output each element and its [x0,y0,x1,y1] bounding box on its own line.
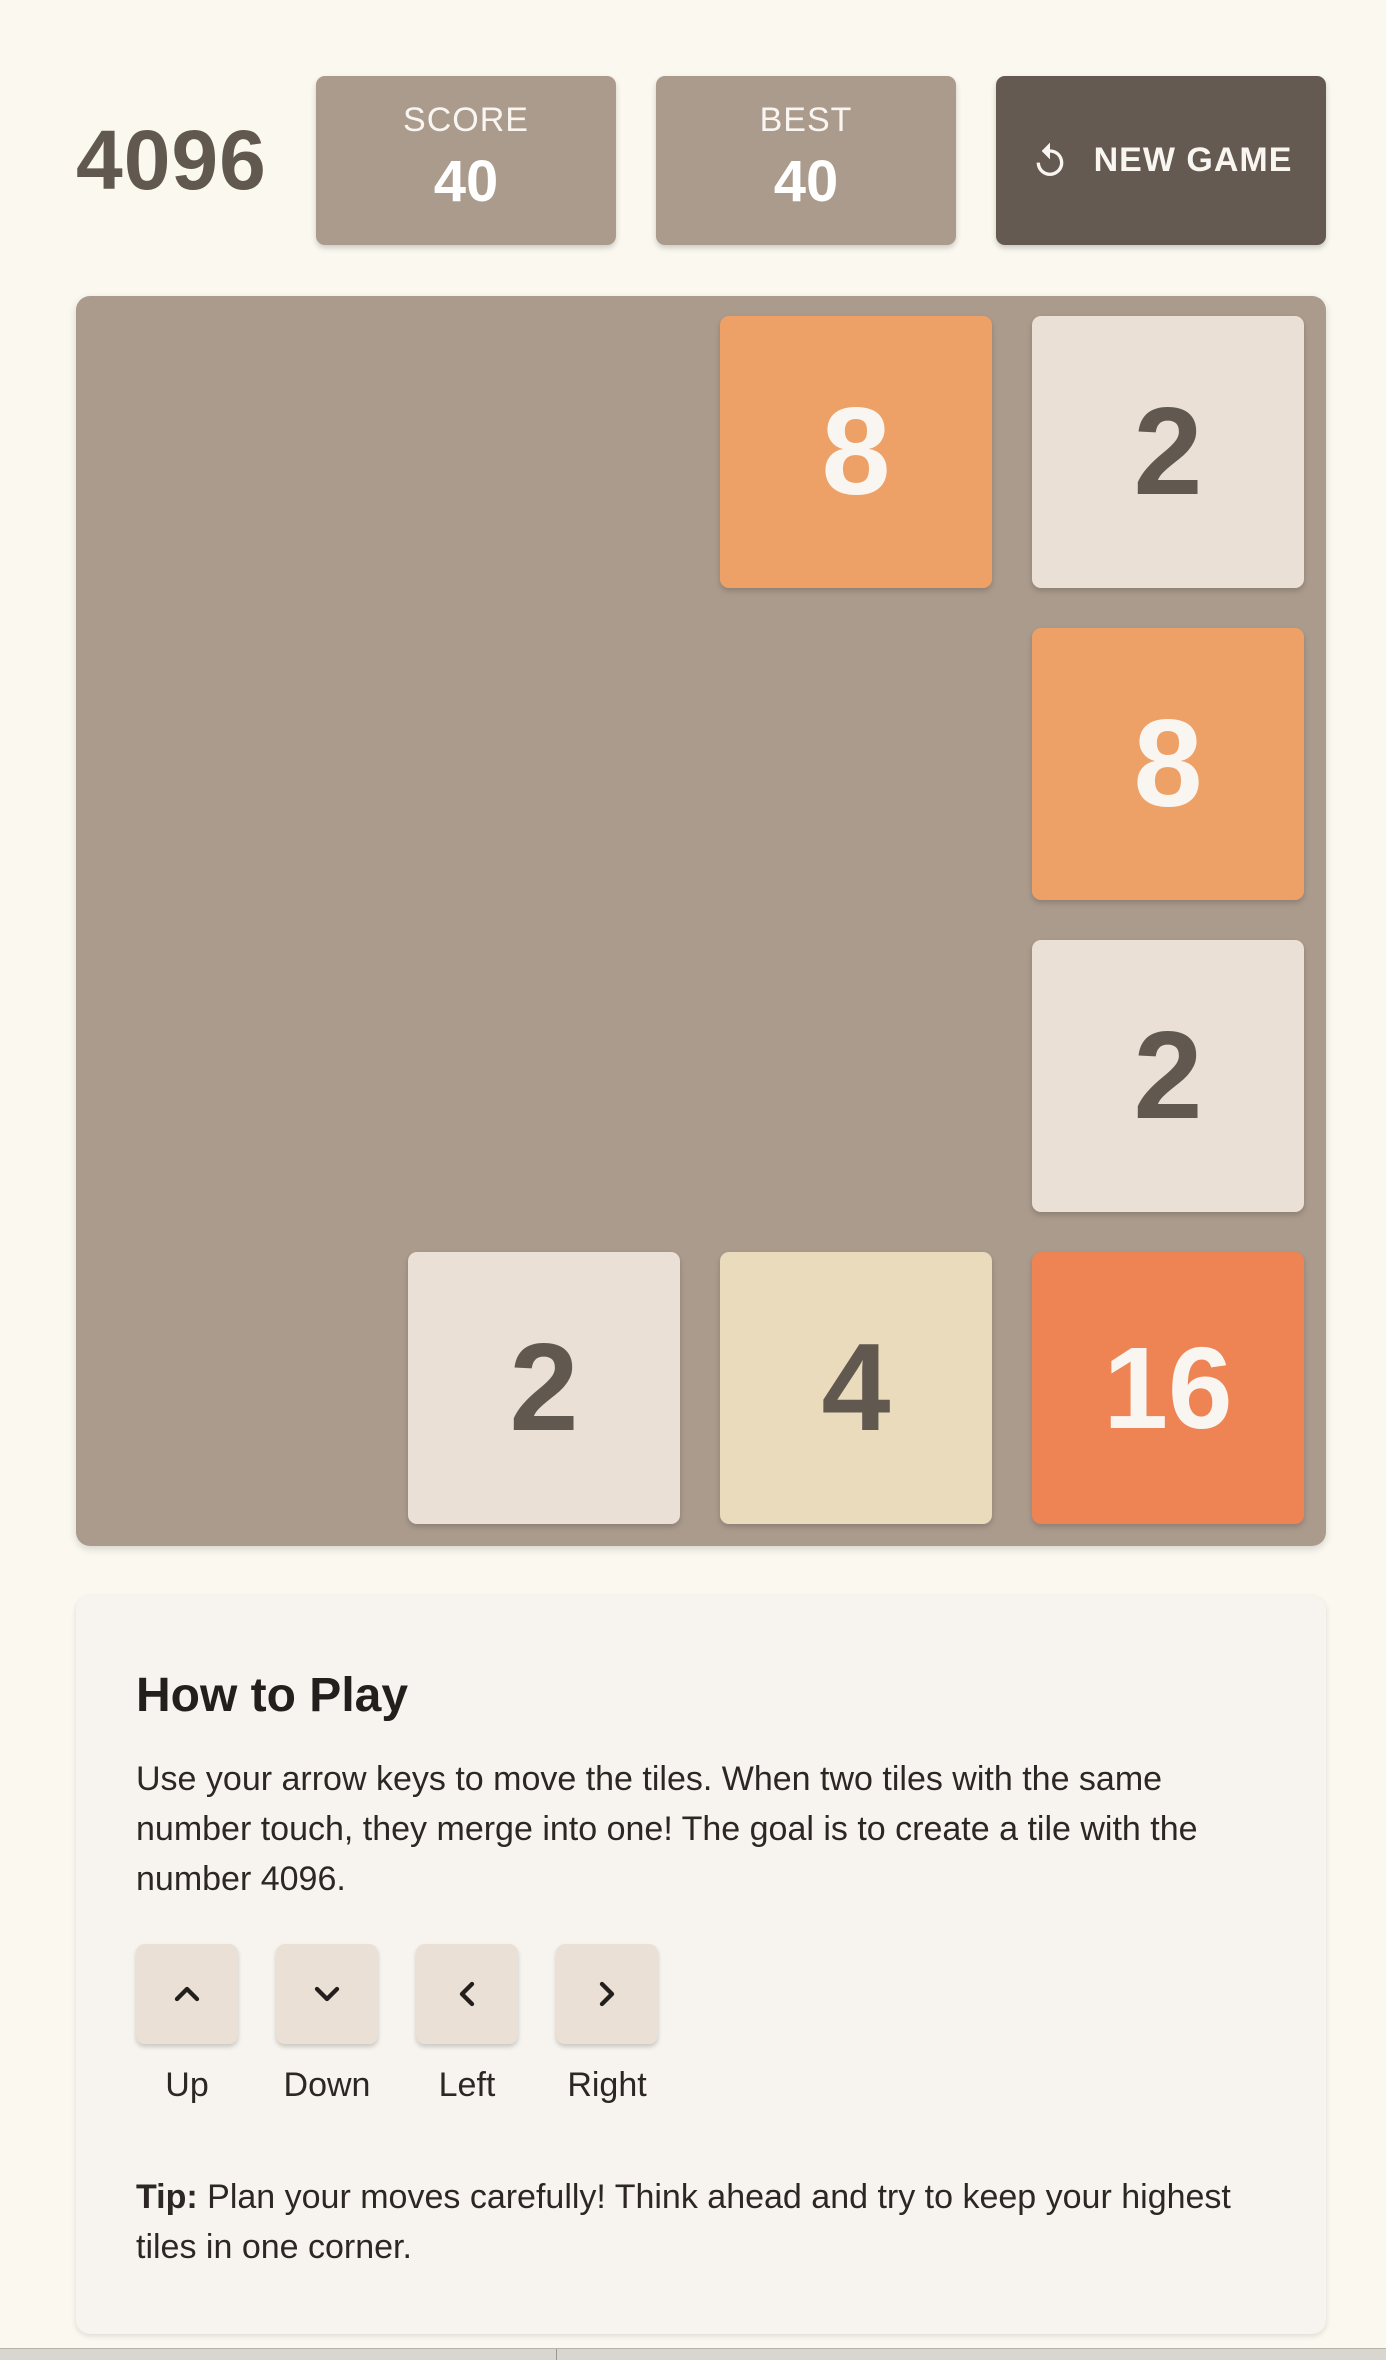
chevron-left-icon [459,1981,475,2007]
score-box: SCORE 40 [316,76,616,245]
game-title: 4096 [76,113,267,207]
best-score-box: BEST 40 [656,76,956,245]
chevron-right-icon [599,1981,615,2007]
left-label: Left [438,2066,496,2104]
left-button[interactable] [416,1944,518,2044]
up-button[interactable] [136,1944,238,2044]
best-value: 40 [773,149,839,214]
how-to-play-description: Use your arrow keys to move the tiles. W… [136,1760,1198,1898]
how-to-play-title: How to Play [136,1669,409,1722]
chevron-up-icon [174,1986,200,2002]
game-board[interactable]: 8 2 8 2 2 4 16 [76,296,1326,1546]
new-game-button[interactable]: NEW GAME [996,76,1326,245]
tile-2: 2 [408,1252,680,1524]
score-value: 40 [433,149,499,214]
new-game-label: NEW GAME [1093,141,1293,179]
game-app: 4096 SCORE 40 BEST 40 NEW GAME 8 2 8 2 2 4 16 … [0,0,1386,2360]
bottom-scrollbar[interactable] [0,2348,1386,2360]
tip-text: Tip: Plan your moves carefully! Think ah… [136,2172,1276,2272]
score-label: SCORE [403,101,529,139]
tip-body: Plan your moves carefully! Think ahead a… [136,2178,1231,2266]
tile-8: 8 [1032,628,1304,900]
chevron-down-icon [314,1986,340,2002]
scrollbar-divider [556,2349,557,2360]
tile-16: 16 [1032,1252,1304,1524]
up-label: Up [165,2066,209,2104]
tile-2: 2 [1032,316,1304,588]
tile-8: 8 [720,316,992,588]
tile-4: 4 [720,1252,992,1524]
right-button[interactable] [556,1944,658,2044]
how-to-play-card: How to Play Use your arrow keys to move … [76,1596,1326,2334]
right-label: Right [567,2066,647,2104]
tile-2: 2 [1032,940,1304,1212]
down-button[interactable] [276,1944,378,2044]
tip-label: Tip: [136,2178,198,2216]
down-label: Down [283,2066,371,2104]
refresh-icon [1030,141,1070,181]
best-label: BEST [759,101,853,139]
